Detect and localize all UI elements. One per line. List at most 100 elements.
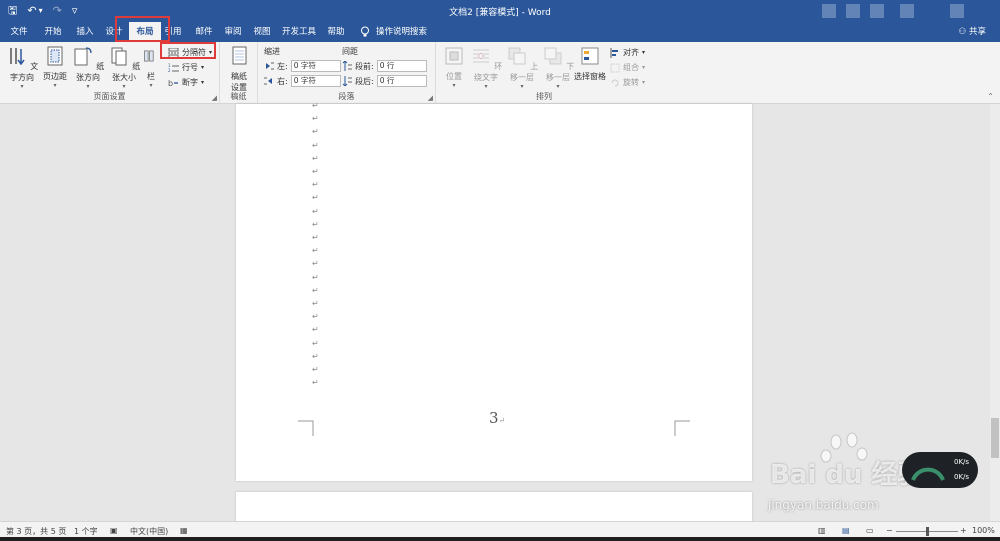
margins-icon (47, 46, 63, 66)
tab-home[interactable]: 开始 (38, 22, 68, 42)
tell-me-label: 操作说明搜索 (376, 27, 428, 37)
page-setup-group-label: 页面设置 (93, 92, 126, 101)
manuscript-setup-button[interactable]: 稿纸 设置 (224, 45, 254, 93)
page-count-status[interactable]: 第 3 页，共 5 页 (6, 526, 66, 537)
bring-forward-icon (508, 47, 526, 65)
paragraph-mark: ↵ (312, 365, 319, 374)
spacing-after-row: 段后: 0 行 (342, 75, 427, 87)
paper-size-icon (111, 47, 127, 66)
orientation-button[interactable]: 纸张方向 ▾ (70, 45, 106, 90)
speed-gauge-icon (911, 467, 945, 481)
zoom-slider[interactable] (896, 527, 958, 536)
ribbon: 文字方向 ▾ 页边距 ▾ 纸张方向 ▾ 纸张大小 ▾ 栏 ▾ 分隔符 ▾ 12 行号 ▾ b … (0, 42, 1000, 104)
spacing-after-input[interactable]: 0 行 (376, 75, 427, 87)
paragraph-group-label: 段落 (338, 92, 355, 101)
paragraph-mark: ↵ (312, 153, 319, 163)
share-button[interactable]: ⚇ 共享 (959, 22, 986, 42)
indent-left-row: 左: 0 字符 (264, 60, 341, 72)
download-speed: 0K/s (954, 473, 970, 481)
orientation-icon (74, 47, 92, 66)
line-numbers-button[interactable]: 12 行号 ▾ (168, 62, 204, 73)
user-avatar[interactable] (822, 4, 836, 18)
paragraph-mark: ↵ (312, 285, 319, 295)
selection-pane-icon (581, 47, 599, 65)
zoom-out-icon[interactable]: − (886, 526, 893, 535)
rotate-icon (611, 79, 619, 86)
paragraph-mark: ↵ (312, 272, 319, 282)
paragraph-mark: ↵ (312, 127, 319, 137)
indent-title: 缩进 (264, 47, 280, 56)
collapse-ribbon-icon[interactable]: ⌃ (987, 92, 994, 101)
paragraph-launcher-icon[interactable]: ◢ (428, 94, 433, 102)
group-button[interactable]: 组合 ▾ (610, 62, 645, 73)
text-direction-icon (9, 48, 25, 66)
scroll-thumb[interactable] (991, 418, 999, 458)
tab-view[interactable]: 视图 (249, 22, 275, 42)
hyphenation-icon: b (168, 79, 178, 88)
wrap-text-button[interactable]: 环绕文字 ▾ (468, 45, 504, 90)
paragraph-mark: ↵ (312, 233, 319, 242)
maximize-icon[interactable] (900, 4, 914, 18)
tab-developer[interactable]: 开发工具 (279, 22, 319, 42)
tab-review[interactable]: 审阅 (220, 22, 246, 42)
text-direction-button[interactable]: 文字方向 ▾ (4, 45, 40, 90)
paragraph-mark: ↵ (312, 180, 319, 190)
paper-size-button[interactable]: 纸张大小 ▾ (106, 45, 142, 90)
rotate-button[interactable]: 旋转 ▾ (610, 77, 645, 88)
paragraph-mark: ↵ (312, 140, 319, 150)
indent-right-input[interactable]: 0 字符 (290, 75, 341, 87)
spacing-title: 间距 (342, 47, 358, 56)
share-label: 共享 (968, 27, 986, 37)
svg-text:2: 2 (168, 68, 171, 73)
tab-insert[interactable]: 插入 (70, 22, 100, 42)
person-icon: ⚇ (958, 27, 967, 37)
manuscript-icon (232, 46, 247, 65)
macro-record-icon[interactable]: ▦ (180, 526, 188, 535)
indent-right-row: 右: 0 字符 (264, 75, 341, 87)
position-button[interactable]: 位置 ▾ (442, 45, 466, 89)
paragraph-mark: ↵ (312, 167, 319, 176)
tab-mailings[interactable]: 邮件 (191, 22, 217, 42)
tell-me-search[interactable]: 操作说明搜索 (360, 22, 427, 42)
zoom-in-icon[interactable]: + (960, 526, 967, 535)
document-page[interactable]: ↵ ↵ ↵ ↵ ↵ ↵ ↵ ↵ ↵ ↵ ↵ ↵ ↵ ↵ ↵ ↵ ↵ ↵ ↵ ↵ ↵ ↵ 3↵ (236, 102, 752, 481)
vertical-scrollbar[interactable] (990, 104, 1000, 521)
send-backward-icon (544, 47, 562, 65)
web-layout-icon[interactable]: ▭ (866, 526, 874, 535)
lightbulb-icon (361, 26, 369, 37)
paragraph-mark: ↵ (312, 312, 319, 322)
page-setup-launcher-icon[interactable]: ◢ (212, 94, 217, 102)
indent-left-icon (266, 62, 274, 70)
network-speed-widget: 0K/s 0K/s (902, 452, 978, 488)
taskbar-edge (0, 537, 1000, 541)
paragraph-mark: ↵ (312, 325, 319, 335)
tab-help[interactable]: 帮助 (323, 22, 349, 42)
proofing-icon[interactable]: ▣ (110, 526, 118, 535)
spacing-before-input[interactable]: 0 行 (376, 60, 427, 72)
breaks-highlight (160, 42, 216, 59)
tab-file[interactable]: 文件 (6, 22, 32, 42)
minimize-icon[interactable] (870, 4, 884, 18)
zoom-level[interactable]: 100% (972, 526, 995, 535)
paragraph-mark: ↵ (312, 338, 319, 348)
word-count-status[interactable]: 1 个字 (74, 526, 98, 537)
paragraph-mark: ↵ (312, 193, 319, 203)
paragraph-mark: ↵ (312, 378, 319, 388)
close-icon[interactable] (950, 4, 964, 18)
send-backward-button[interactable]: 下移一层 ▾ (540, 45, 576, 90)
hyphenation-button[interactable]: b 断字 ▾ (168, 77, 204, 88)
zoom-slider-thumb[interactable] (926, 527, 929, 536)
language-status[interactable]: 中文(中国) (130, 526, 168, 537)
align-button[interactable]: 对齐 ▾ (610, 47, 645, 58)
ribbon-display-icon[interactable] (846, 4, 860, 18)
paragraph-mark: ↵ (312, 219, 319, 229)
watermark-url: jingyan.baidu.com (768, 498, 879, 512)
selection-pane-button[interactable]: 选择窗格 (574, 45, 606, 82)
indent-left-input[interactable]: 0 字符 (290, 60, 341, 72)
margins-button[interactable]: 页边距 ▾ (40, 45, 70, 89)
print-layout-icon[interactable]: ▤ (842, 526, 850, 535)
bring-forward-button[interactable]: 上移一层 ▾ (504, 45, 540, 90)
columns-icon (144, 50, 154, 62)
columns-button[interactable]: 栏 ▾ (142, 45, 160, 89)
read-mode-icon[interactable]: ▥ (818, 526, 826, 535)
